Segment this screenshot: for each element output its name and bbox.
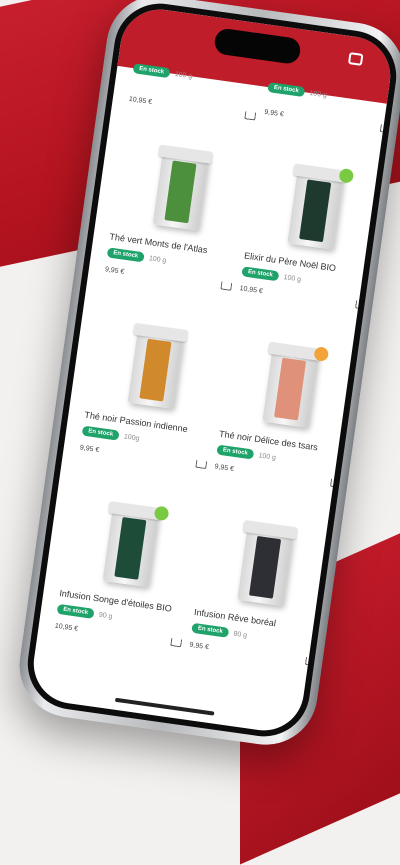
product-card[interactable]: Thé vert Monts de l'Atlas En stock 100 g… (104, 135, 250, 291)
product-card[interactable]: Thé noir Passion indienne En stock 100g … (79, 314, 225, 470)
stock-badge: En stock (81, 425, 120, 441)
price-row: 9,95 € (264, 108, 392, 134)
weight-label: 100 g (309, 89, 328, 99)
price-row: 10,95 € (128, 95, 257, 121)
tea-box-icon (248, 336, 334, 435)
price-label: 9,95 € (79, 443, 100, 454)
stock-badge: En stock (216, 444, 255, 460)
price-label: 9,95 € (189, 641, 210, 651)
weight-label: 80 g (233, 630, 248, 639)
tea-box-icon (273, 158, 359, 257)
weight-label: 100g (123, 432, 140, 443)
weight-label: 100 g (174, 70, 193, 80)
price-label: 10,95 € (54, 622, 79, 633)
price-label: 10,95 € (239, 284, 264, 295)
stock-badge: En stock (241, 266, 280, 282)
price-label: 9,95 € (214, 462, 235, 473)
stock-badge: En stock (267, 82, 306, 98)
weight-label: 100 g (258, 451, 277, 462)
price-label: 9,95 € (263, 108, 285, 118)
add-to-cart-icon[interactable] (195, 459, 208, 470)
stock-badge: En stock (106, 247, 145, 263)
stock-badge: En stock (191, 622, 230, 638)
add-to-cart-icon[interactable] (170, 637, 183, 648)
product-card[interactable]: Infusion Songe d'étoiles BIO En stock 90… (54, 492, 200, 648)
stock-badge: En stock (132, 63, 171, 79)
stock-badge: En stock (56, 603, 95, 619)
price-label: 9,95 € (104, 265, 125, 276)
add-to-cart-icon[interactable] (244, 111, 257, 121)
tea-box-icon (113, 317, 199, 416)
tea-box-icon (223, 515, 309, 614)
weight-label: 100 g (283, 273, 302, 283)
weight-label: 100 g (148, 254, 167, 265)
price-label: 10,95 € (128, 95, 153, 106)
tea-box-icon (88, 496, 174, 595)
header-cart-icon[interactable] (347, 52, 364, 66)
add-to-cart-icon[interactable] (220, 281, 233, 291)
tea-box-icon (138, 139, 224, 238)
weight-label: 90 g (98, 611, 113, 620)
